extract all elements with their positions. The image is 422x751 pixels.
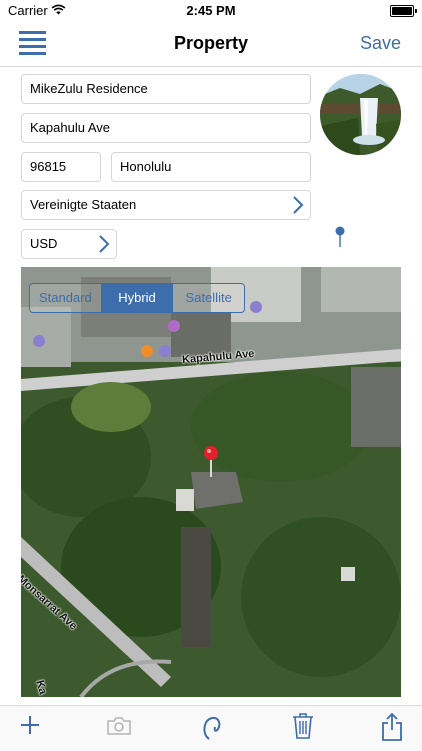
save-button[interactable]: Save [360, 33, 401, 54]
battery-icon [390, 5, 417, 17]
map-view[interactable]: Standard Hybrid Satellite Kapahulu Ave M… [21, 267, 401, 697]
location-pin-icon[interactable] [335, 226, 345, 248]
satellite-imagery [21, 267, 401, 697]
trash-icon[interactable] [292, 712, 314, 740]
city-field[interactable]: Honolulu [111, 152, 311, 182]
country-value: Vereinigte Staaten [30, 197, 137, 212]
map-type-segmented-control[interactable]: Standard Hybrid Satellite [29, 283, 245, 313]
add-icon[interactable] [19, 714, 41, 736]
currency-selector[interactable]: USD [21, 229, 117, 259]
street-field[interactable]: Kapahulu Ave [21, 113, 311, 143]
property-photo[interactable] [320, 74, 401, 155]
status-time: 2:45 PM [186, 3, 236, 18]
country-selector[interactable]: Vereinigte Staaten [21, 190, 311, 220]
chevron-right-icon [293, 196, 304, 214]
chevron-right-icon [99, 235, 110, 253]
map-type-standard[interactable]: Standard [30, 284, 102, 312]
waterfall-image [320, 74, 401, 155]
map-type-satellite[interactable]: Satellite [173, 284, 244, 312]
status-bar: Carrier 2:45 PM [0, 0, 422, 22]
lasso-icon[interactable] [201, 714, 223, 740]
page-title: Property [173, 33, 249, 53]
zip-field[interactable]: 96815 [21, 152, 101, 182]
camera-icon [107, 717, 131, 735]
currency-value: USD [30, 236, 58, 251]
navigation-bar: Property Save [0, 22, 422, 67]
name-field[interactable]: MikeZulu Residence [21, 74, 311, 104]
share-icon[interactable] [381, 712, 403, 742]
bottom-toolbar [0, 705, 422, 751]
map-type-hybrid[interactable]: Hybrid [101, 284, 174, 312]
